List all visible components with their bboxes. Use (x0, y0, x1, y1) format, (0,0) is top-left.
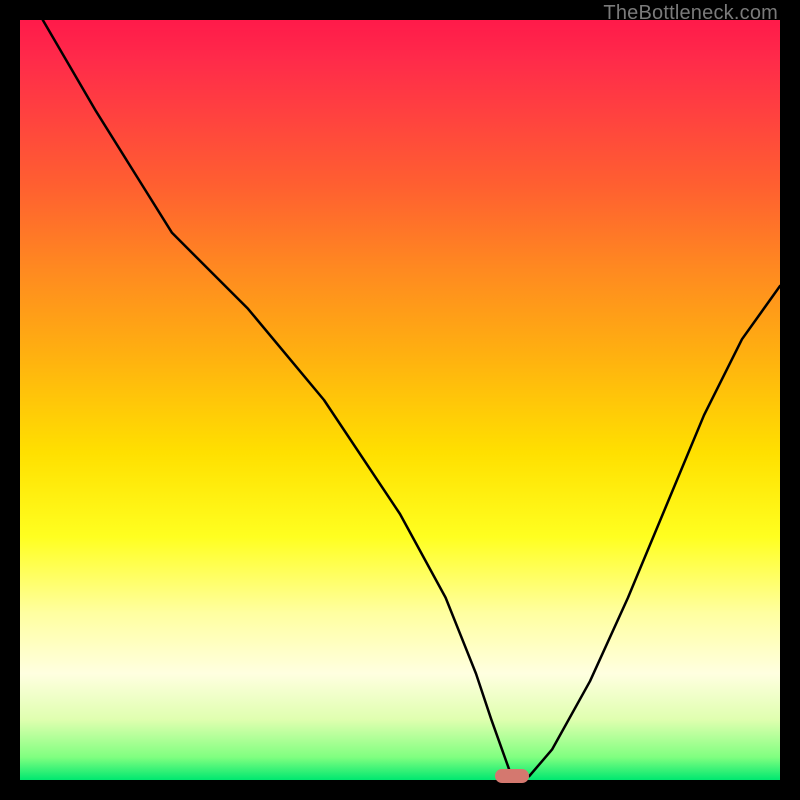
optimal-marker (495, 769, 529, 783)
plot-area (20, 20, 780, 780)
chart-container: TheBottleneck.com (0, 0, 800, 800)
bottleneck-curve (20, 20, 780, 780)
